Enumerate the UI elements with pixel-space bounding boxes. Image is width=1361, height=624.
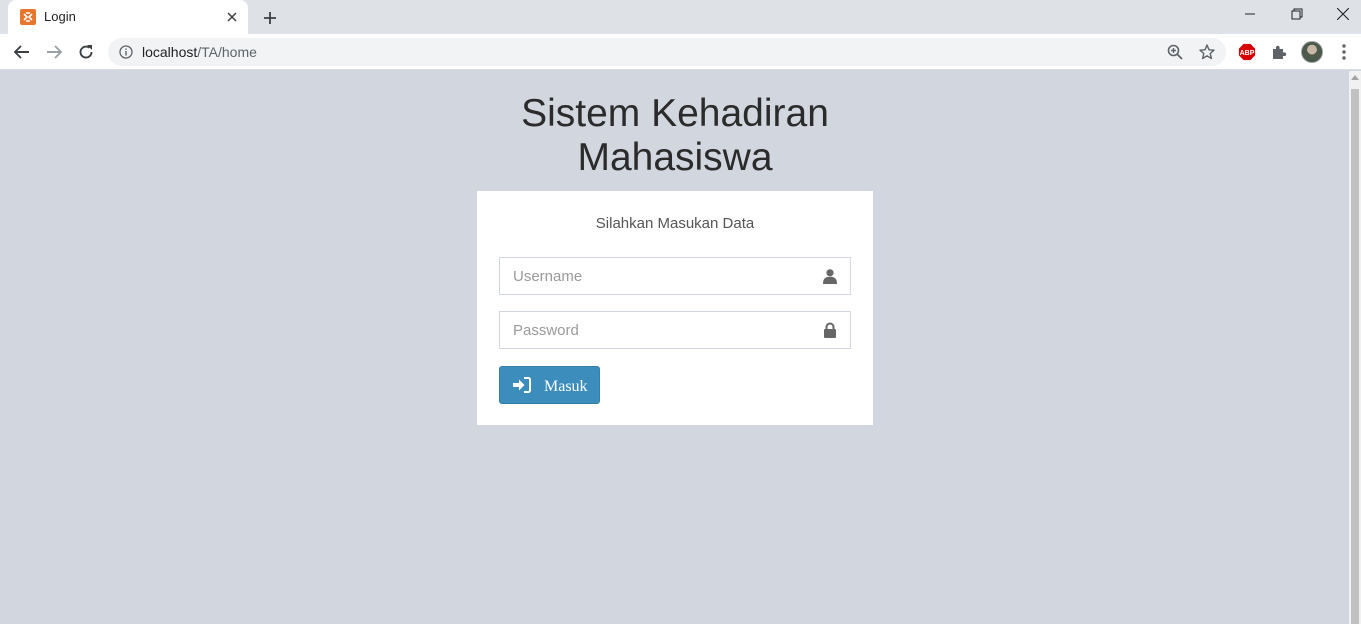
adblock-label: ABP: [1240, 50, 1255, 57]
sign-in-icon: [513, 377, 531, 393]
url-host: localhost: [142, 44, 198, 60]
username-field[interactable]: [499, 257, 851, 295]
password-field[interactable]: [499, 311, 851, 349]
info-icon[interactable]: [119, 45, 133, 59]
submit-button-label: Masuk: [544, 378, 588, 395]
new-tab-plus-icon[interactable]: [260, 8, 280, 28]
browser-tab[interactable]: Login: [8, 0, 248, 34]
forward-arrow-icon[interactable]: [43, 41, 65, 63]
zoom-icon[interactable]: [1166, 43, 1184, 61]
login-box: Silahkan Masukan Data Masuk: [477, 191, 873, 425]
username-input[interactable]: [500, 258, 820, 294]
browser-toolbar: localhost/TA/home ABP: [0, 34, 1361, 70]
url-path: /TA/home: [197, 44, 257, 60]
scroll-up-arrow-icon[interactable]: [1351, 75, 1359, 80]
xampp-favicon-icon: [20, 9, 36, 25]
tab-close-icon[interactable]: [224, 9, 240, 25]
maximize-icon[interactable]: [1273, 0, 1319, 30]
puzzle-icon[interactable]: [1270, 43, 1288, 61]
vertical-scrollbar[interactable]: [1349, 71, 1361, 624]
tab-title: Login: [44, 9, 76, 24]
back-arrow-icon[interactable]: [11, 41, 33, 63]
star-icon[interactable]: [1198, 43, 1216, 61]
page-title-line2: Mahasiswa: [577, 136, 773, 179]
scrollbar-thumb[interactable]: [1351, 89, 1359, 624]
password-input[interactable]: [500, 312, 820, 348]
profile-avatar[interactable]: [1301, 41, 1323, 63]
adblock-icon[interactable]: ABP: [1238, 43, 1256, 61]
minimize-icon[interactable]: [1227, 0, 1273, 30]
page-title: Sistem Kehadiran Mahasiswa: [477, 92, 873, 180]
reload-icon[interactable]: [75, 41, 97, 63]
submit-button[interactable]: Masuk: [499, 366, 600, 404]
login-box-message: Silahkan Masukan Data: [595, 215, 755, 232]
lock-icon: [822, 322, 838, 338]
page-title-line1: Sistem Kehadiran: [521, 92, 829, 135]
tab-strip: Login: [0, 0, 1361, 34]
user-icon: [822, 268, 838, 284]
address-bar[interactable]: localhost/TA/home: [108, 38, 1226, 66]
url-text[interactable]: localhost/TA/home: [142, 44, 257, 60]
window-close-icon[interactable]: [1319, 0, 1361, 30]
kebab-menu-icon[interactable]: [1335, 42, 1353, 62]
